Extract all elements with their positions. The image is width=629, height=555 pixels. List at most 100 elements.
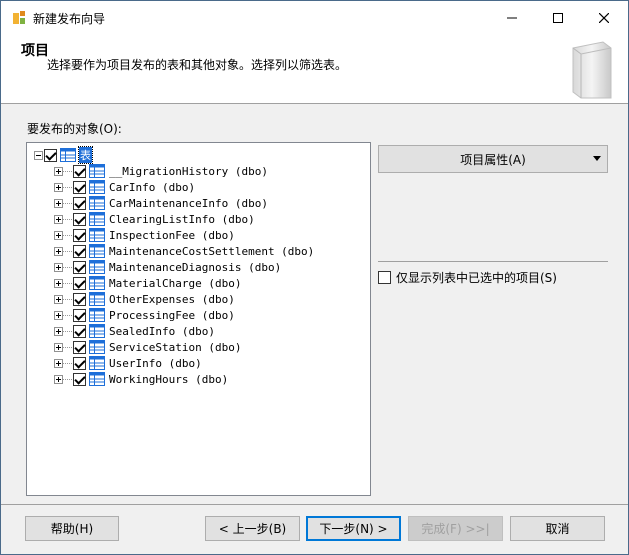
- expand-toggle[interactable]: [54, 326, 63, 336]
- table-icon: [89, 196, 105, 210]
- tree-connector: [63, 378, 72, 380]
- table-name: MaintenanceCostSettlement (dbo): [109, 244, 315, 258]
- only-selected-checkbox[interactable]: [378, 271, 391, 284]
- dropdown-arrow-icon: [593, 156, 601, 161]
- table-row[interactable]: __MigrationHistory (dbo): [54, 163, 268, 179]
- table-name: InspectionFee (dbo): [109, 228, 235, 242]
- table-checkbox[interactable]: [73, 324, 86, 338]
- tree-connector: [63, 170, 72, 172]
- table-name: SealedInfo (dbo): [109, 324, 215, 338]
- table-name: UserInfo (dbo): [109, 356, 202, 370]
- expand-toggle[interactable]: [54, 230, 63, 240]
- expand-toggle[interactable]: [54, 198, 63, 208]
- minimize-icon: [507, 17, 517, 18]
- table-row[interactable]: CarMaintenanceInfo (dbo): [54, 195, 268, 211]
- table-name: __MigrationHistory (dbo): [109, 164, 268, 178]
- table-checkbox[interactable]: [73, 276, 86, 290]
- only-selected-option[interactable]: 仅显示列表中已选中的项目(S): [377, 269, 557, 286]
- table-checkbox[interactable]: [73, 244, 86, 258]
- table-row[interactable]: CarInfo (dbo): [54, 179, 195, 195]
- close-button[interactable]: [581, 1, 627, 34]
- table-checkbox[interactable]: [73, 212, 86, 226]
- expand-toggle[interactable]: [54, 374, 63, 384]
- table-name: OtherExpenses (dbo): [109, 292, 235, 306]
- table-checkbox[interactable]: [73, 292, 86, 306]
- table-name: ProcessingFee (dbo): [109, 308, 235, 322]
- table-row[interactable]: UserInfo (dbo): [54, 355, 202, 371]
- table-checkbox[interactable]: [73, 308, 86, 322]
- finish-button[interactable]: 完成(F) >>|: [408, 516, 503, 541]
- table-row[interactable]: MaintenanceDiagnosis (dbo): [54, 259, 281, 275]
- table-name: CarMaintenanceInfo (dbo): [109, 196, 268, 210]
- tree-connector: [63, 314, 72, 316]
- table-name: MaterialCharge (dbo): [109, 276, 242, 290]
- tree-connector: [63, 202, 72, 204]
- table-name: ServiceStation (dbo): [109, 340, 242, 354]
- table-checkbox[interactable]: [73, 372, 86, 386]
- only-selected-label: 仅显示列表中已选中的项目(S): [396, 271, 557, 285]
- table-icon: [89, 244, 105, 258]
- expand-toggle[interactable]: [54, 358, 63, 368]
- table-name: WorkingHours (dbo): [109, 372, 229, 386]
- root-checkbox[interactable]: [44, 148, 57, 162]
- table-checkbox[interactable]: [73, 164, 86, 178]
- divider: [378, 261, 608, 262]
- table-checkbox[interactable]: [73, 260, 86, 274]
- table-name: CarInfo (dbo): [109, 180, 196, 194]
- expand-toggle[interactable]: [54, 246, 63, 256]
- table-row[interactable]: OtherExpenses (dbo): [54, 291, 235, 307]
- back-button[interactable]: < 上一步(B): [205, 516, 300, 541]
- table-checkbox[interactable]: [73, 196, 86, 210]
- minimize-button[interactable]: [489, 1, 535, 34]
- table-checkbox[interactable]: [73, 340, 86, 354]
- expand-toggle[interactable]: [54, 262, 63, 272]
- expand-toggle[interactable]: [54, 278, 63, 288]
- table-row[interactable]: SealedInfo (dbo): [54, 323, 215, 339]
- wizard-header: 项目 选择要作为项目发布的表和其他对象。选择列以筛选表。: [1, 34, 628, 104]
- table-row[interactable]: MaintenanceCostSettlement (dbo): [54, 243, 314, 259]
- expand-toggle[interactable]: [54, 310, 63, 320]
- table-checkbox[interactable]: [73, 228, 86, 242]
- table-icon: [89, 164, 105, 178]
- table-icon: [89, 228, 105, 242]
- table-icon: [89, 356, 105, 370]
- tree-connector: [63, 218, 72, 220]
- maximize-button[interactable]: [535, 1, 581, 34]
- tree-connector: [63, 234, 72, 236]
- table-row[interactable]: ClearingListInfo (dbo): [54, 211, 255, 227]
- table-checkbox[interactable]: [73, 356, 86, 370]
- publication-book-icon: [572, 41, 612, 99]
- collapse-toggle[interactable]: [34, 150, 43, 160]
- close-icon: [599, 12, 609, 23]
- tree-connector: [63, 282, 72, 284]
- page-title: 项目: [21, 43, 49, 59]
- table-row[interactable]: InspectionFee (dbo): [54, 227, 235, 243]
- table-row[interactable]: MaterialCharge (dbo): [54, 275, 241, 291]
- next-button[interactable]: 下一步(N) >: [306, 516, 401, 541]
- maximize-icon: [553, 12, 563, 23]
- project-properties-button[interactable]: 项目属性(A): [378, 145, 608, 173]
- root-label[interactable]: 表: [78, 146, 93, 164]
- tree-connector: [63, 250, 72, 252]
- expand-toggle[interactable]: [54, 182, 63, 192]
- table-row[interactable]: WorkingHours (dbo): [54, 371, 228, 387]
- tree-connector: [63, 298, 72, 300]
- table-icon: [89, 276, 105, 290]
- table-icon: [89, 260, 105, 274]
- expand-toggle[interactable]: [54, 294, 63, 304]
- expand-toggle[interactable]: [54, 166, 63, 176]
- table-row[interactable]: ServiceStation (dbo): [54, 339, 241, 355]
- table-checkbox[interactable]: [73, 180, 86, 194]
- table-row[interactable]: ProcessingFee (dbo): [54, 307, 235, 323]
- table-icon: [89, 340, 105, 354]
- tree-connector: [63, 330, 72, 332]
- wizard-window: 新建发布向导 项目 选择要作为项目发布的表和其他对象。选择列以筛选表。 要发布的…: [0, 0, 629, 555]
- cancel-button[interactable]: 取消: [510, 516, 605, 541]
- expand-toggle[interactable]: [54, 342, 63, 352]
- tree-root[interactable]: 表: [34, 146, 93, 164]
- help-button[interactable]: 帮助(H): [25, 516, 119, 541]
- expand-toggle[interactable]: [54, 214, 63, 224]
- objects-tree[interactable]: 表 __MigrationHistory (dbo) CarInfo (dbo) C…: [26, 142, 371, 496]
- app-icon: [13, 11, 25, 24]
- footer-divider: [1, 504, 628, 505]
